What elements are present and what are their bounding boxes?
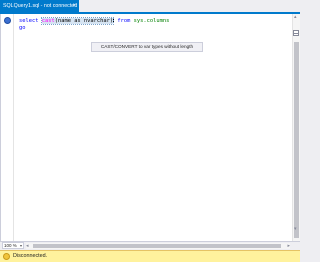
highlighted-expression: cast(name as nvarchar) bbox=[40, 17, 115, 25]
text-cursor bbox=[113, 17, 115, 23]
editor-bottom-bar: 100 % ▾ ◂ ▸ bbox=[0, 241, 300, 249]
vertical-scrollbar[interactable]: ▴ ▾ bbox=[292, 14, 300, 241]
close-tab-icon[interactable]: × bbox=[72, 0, 76, 12]
tab-title: SQLQuery1.sql - not connected bbox=[3, 3, 78, 9]
keyword-from: from bbox=[117, 18, 131, 24]
tooltip-text: CAST/CONVERT to var types without length bbox=[100, 44, 194, 49]
code-area[interactable]: select cast(name as nvarchar) from sys.c… bbox=[19, 17, 169, 32]
tab-sqlquery1[interactable]: SQLQuery1.sql - not connected × bbox=[0, 0, 79, 12]
chevron-down-icon[interactable]: ▾ bbox=[20, 243, 22, 248]
zoom-dropdown[interactable]: 100 % ▾ bbox=[2, 242, 24, 249]
horizontal-scrollbar[interactable]: ◂ ▸ bbox=[26, 243, 290, 249]
cast-arguments: (name as nvarchar) bbox=[54, 18, 114, 24]
editor-gutter bbox=[1, 14, 14, 241]
scroll-right-icon[interactable]: ▸ bbox=[287, 243, 290, 249]
status-text: Disconnected. bbox=[13, 253, 48, 259]
zoom-value: 100 % bbox=[4, 243, 17, 248]
split-view-icon[interactable] bbox=[293, 30, 299, 36]
query-editor[interactable]: select cast(name as nvarchar) from sys.c… bbox=[0, 14, 300, 241]
keyword-select: select bbox=[19, 18, 39, 24]
scroll-left-icon[interactable]: ◂ bbox=[26, 243, 29, 249]
vertical-scroll-thumb[interactable] bbox=[294, 42, 299, 238]
function-cast: cast bbox=[41, 18, 55, 24]
code-line-1: select cast(name as nvarchar) from sys.c… bbox=[19, 17, 169, 25]
disconnected-icon bbox=[3, 253, 10, 260]
object-sys-columns: sys.columns bbox=[133, 18, 170, 24]
scroll-up-icon[interactable]: ▴ bbox=[294, 15, 297, 20]
info-marker-icon[interactable] bbox=[4, 17, 11, 24]
document-tab-strip: SQLQuery1.sql - not connected × bbox=[0, 0, 300, 14]
keyword-go: go bbox=[19, 25, 26, 31]
horizontal-scroll-thumb[interactable] bbox=[33, 244, 281, 248]
code-line-2: go bbox=[19, 25, 169, 32]
connection-status-bar: Disconnected. bbox=[0, 250, 300, 262]
scroll-down-icon[interactable]: ▾ bbox=[294, 227, 297, 232]
code-analysis-tooltip: CAST/CONVERT to var types without length bbox=[91, 42, 203, 52]
